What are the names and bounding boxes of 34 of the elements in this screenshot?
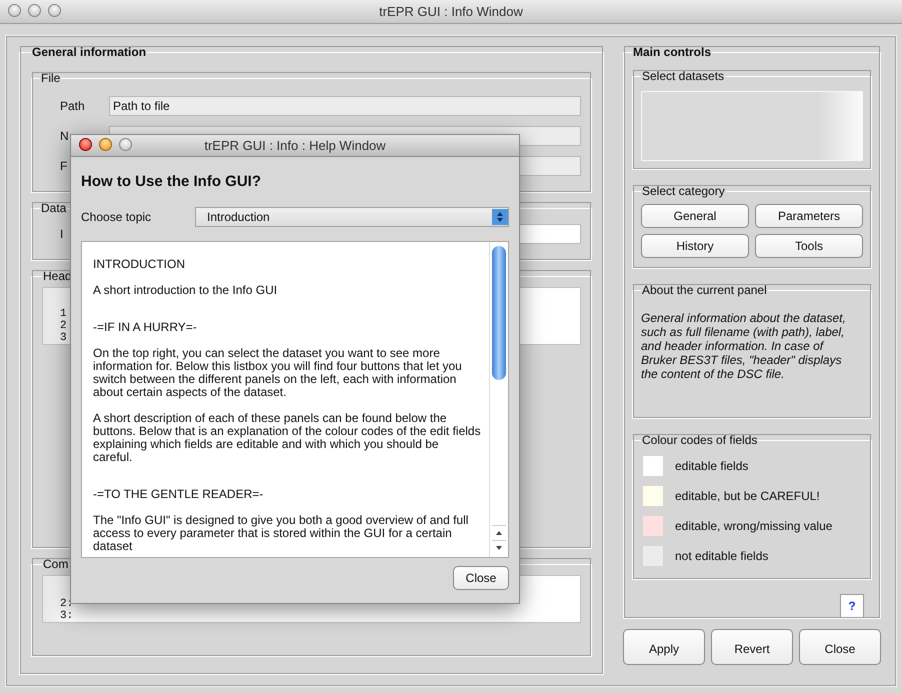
line-number: 1 [60,308,67,320]
field-label: N [60,129,70,143]
panel-description: General information about the dataset, such as full filename (with path), label, and header information. In case of Bruker BES3T files, "header" displays the content of the DSC file. [641,311,847,381]
line-number: 2: [60,598,74,610]
help-paragraph: On the top right, you can select the dataset you want to see more information for. Below this listbox you will find four buttons that let you switch between the different panels on the left, each with information about certain aspects of the dataset. [93,347,463,399]
topic-label: Choose topic [81,210,152,224]
colour-label: editable, wrong/missing value [675,519,832,533]
panel-title: Select datasets [641,69,726,83]
colour-label: editable, but be CAREFUL! [675,489,820,503]
help-paragraph: A short introduction to the Info GUI [93,284,278,297]
line-number: 3: [60,610,74,622]
window-title: trEPR GUI : Info Window [379,4,523,19]
help-paragraph: -=TO THE GENTLE READER=- [93,488,264,501]
panel-title: General information [31,45,148,59]
help-paragraph: INTRODUCTION [93,258,185,271]
panel-title: Data [40,201,68,215]
colour-label: not editable fields [675,549,768,563]
help-paragraph: A short description of each of these panels can be found below the buttons. Below that is an explanation of the colour codes of the edit fields explaining which fields are editable and with which you should be careful. [93,412,481,464]
panel-title: Com [42,557,70,571]
panel-title: File [40,71,62,85]
colour-label: editable fields [675,459,748,473]
panel-title: About the current panel [641,283,768,297]
panel-title: Main controls [632,45,712,59]
field-label: I [60,227,64,241]
line-number: 3 [60,332,67,344]
field-label: F [60,159,68,173]
field-label: Path [60,99,86,113]
help-paragraph: The "Info GUI" is designed to give you both a good overview of and full access to every parameter that is stored within the GUI for a certain dataset [93,514,470,553]
help-paragraph: -=IF IN A HURRY=- [93,321,197,334]
window-title: trEPR GUI : Info : Help Window [204,138,386,153]
line-number: 2 [60,320,67,332]
panel-title: Colour codes of fields [641,433,758,447]
panel-title: Select category [641,184,726,198]
help-heading: How to Use the Info GUI? [81,173,262,190]
